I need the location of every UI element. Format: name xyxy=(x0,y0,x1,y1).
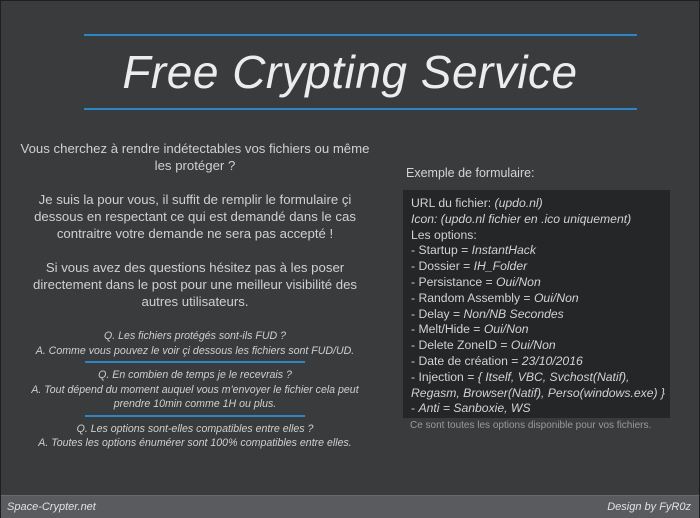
faq-question: Q. Les fichiers protégés sont-ils FUD ? xyxy=(104,330,286,342)
faq-item: Q. Les fichiers protégés sont-ils FUD ? … xyxy=(16,329,374,358)
example-line: - Anti = Sanboxie, WS xyxy=(411,401,670,417)
example-line-label: Icon: (updo.nl fichier en .ico uniquemen… xyxy=(411,211,632,226)
example-heading: Exemple de formulaire: xyxy=(406,166,535,180)
title-top-rule xyxy=(84,34,637,36)
example-line-value: { Itself, VBC, Svchost(Natif), xyxy=(477,369,630,384)
example-line: - Persistance = Oui/Non xyxy=(411,275,670,291)
example-line-value: Oui/Non xyxy=(496,274,541,289)
example-form-box: URL du fichier: (updo.nl) Icon: (updo.nl … xyxy=(403,190,670,418)
example-line: - Random Assembly = Oui/Non xyxy=(411,291,670,307)
faq-question: Q. Les options sont-elles compatibles en… xyxy=(76,422,314,435)
example-line: - Date de création = 23/10/2016 xyxy=(411,354,670,370)
title-bottom-rule xyxy=(84,108,637,110)
faq-answer: A. Toutes les options énumérer sont 100%… xyxy=(38,437,352,449)
footer-credit: Design by FyR0z xyxy=(607,501,691,513)
example-line: - Startup = InstantHack xyxy=(411,243,670,259)
faq-answer: A. Tout dépend du moment auquel vous m'e… xyxy=(31,383,359,411)
example-line-label: - Dossier = xyxy=(411,259,474,274)
example-line: - Delay = Non/NB Secondes xyxy=(411,307,670,323)
example-line-value: Regasm, Browser(Natif), Perso(windows.ex… xyxy=(411,385,665,400)
footer-site-name: Space-Crypter.net xyxy=(7,501,96,513)
example-line-value: 23/10/2016 xyxy=(521,353,583,368)
example-line-label: - Startup = xyxy=(411,243,472,258)
example-line: Icon: (updo.nl fichier en .ico uniquemen… xyxy=(411,212,670,228)
example-line-label: - Injection = xyxy=(411,369,478,384)
example-line-label: - Melt/Hide = xyxy=(411,322,484,337)
example-line-value: IH_Folder xyxy=(473,259,528,274)
example-line: - Dossier = IH_Folder xyxy=(411,259,670,275)
example-line-value: (updo.nl) xyxy=(494,196,543,210)
example-line: URL du fichier: (updo.nl) xyxy=(411,196,670,212)
example-line-label: - Delay = xyxy=(411,306,464,321)
example-line: Regasm, Browser(Natif), Perso(windows.ex… xyxy=(411,386,670,402)
example-line-label: Les options: xyxy=(411,227,477,242)
faq-item: Q. En combien de temps je le recevrais ?… xyxy=(16,368,374,412)
intro-paragraph: Vous cherchez à rendre indétectables vos… xyxy=(20,141,370,173)
example-line-label: URL du fichier: xyxy=(411,196,495,210)
footer-bar: Space-Crypter.net Design by FyR0z xyxy=(1,495,699,518)
example-line-value: InstantHack xyxy=(471,243,536,258)
faq-item: Q. Les options sont-elles compatibles en… xyxy=(16,422,374,451)
page-title: Free Crypting Service xyxy=(122,46,578,98)
example-line-label: - Persistance = xyxy=(411,274,497,289)
intro-paragraph: Si vous avez des questions hésitez pas à… xyxy=(33,260,357,309)
example-line: - Melt/Hide = Oui/Non xyxy=(411,322,670,338)
faq-section: Q. Les fichiers protégés sont-ils FUD ? … xyxy=(16,329,374,451)
faq-answer: A. Comme vous pouvez le voir çi dessous … xyxy=(35,344,355,357)
example-line: Les options: xyxy=(411,228,670,244)
example-line: - Injection = { Itself, VBC, Svchost(Nat… xyxy=(411,370,670,386)
example-line: - Delete ZoneID = Oui/Non xyxy=(411,338,670,354)
example-footnote: Ce sont toutes les options disponible po… xyxy=(410,420,652,431)
example-line-label: - Date de création = xyxy=(411,353,522,368)
faq-separator xyxy=(85,414,305,417)
faq-separator xyxy=(85,361,305,363)
intro-text: Vous cherchez à rendre indétectables vos… xyxy=(16,140,374,327)
example-line-value: Non/NB Secondes xyxy=(463,306,564,321)
intro-paragraph: Je suis la pour vous, il suffit de rempl… xyxy=(34,192,356,241)
faq-question: Q. En combien de temps je le recevrais ? xyxy=(98,369,292,381)
example-line-value: Anti = Sanboxie, WS xyxy=(418,401,531,416)
example-line-value: Oui/Non xyxy=(483,322,529,337)
example-line-value: Oui/Non xyxy=(510,338,556,353)
example-line-label: - Delete ZoneID = xyxy=(411,338,511,353)
example-line-value: Oui/Non xyxy=(533,290,579,305)
example-line-label: - Random Assembly = xyxy=(411,290,534,305)
